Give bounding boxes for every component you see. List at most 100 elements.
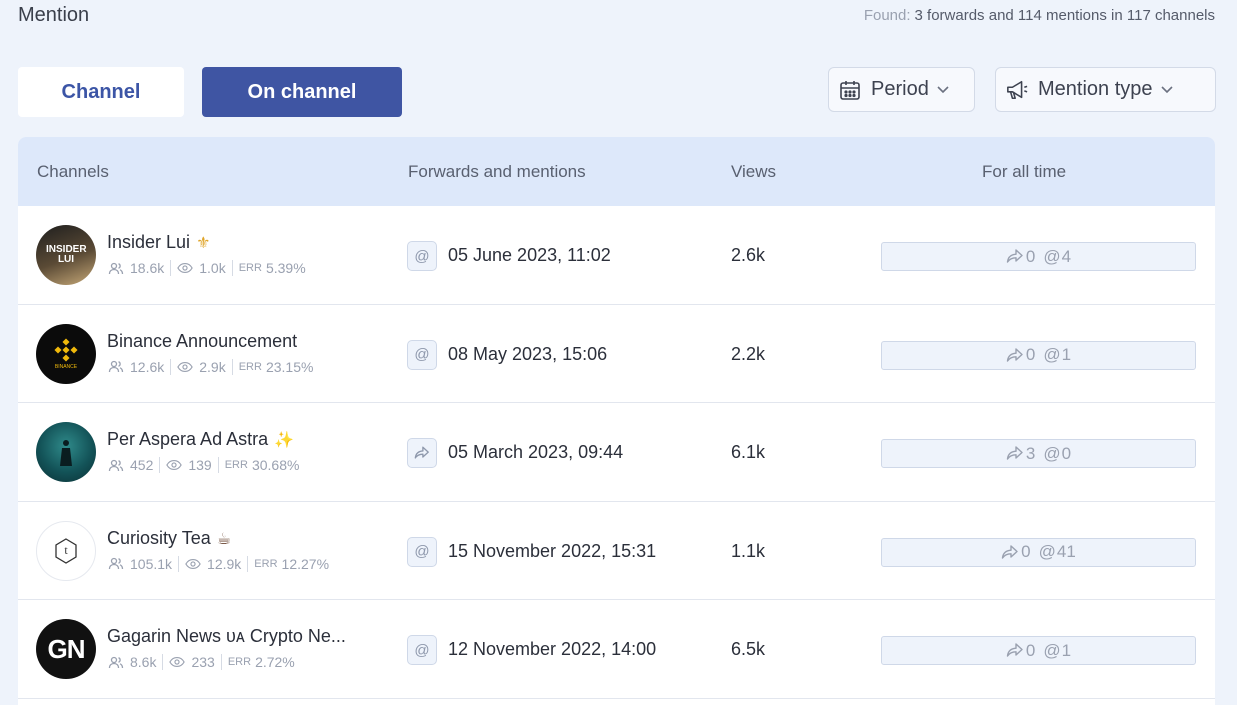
at-icon: @: [1038, 542, 1056, 562]
err-value: 30.68%: [251, 457, 300, 474]
avatar[interactable]: t: [36, 520, 96, 581]
channel-stats: 105.1k 12.9k ERR 12.27%: [108, 555, 329, 572]
mention-type-label: Mention type: [1038, 78, 1153, 100]
channel-stats: 18.6k 1.0k ERR 5.39%: [108, 260, 306, 276]
tab-channel[interactable]: Channel: [18, 67, 184, 117]
table-row[interactable]: GN Gagarin News ᴜᴀ Crypto Ne... 8.6k 233…: [18, 600, 1215, 699]
err-value: 23.15%: [265, 358, 314, 375]
avatar[interactable]: GN: [36, 619, 96, 680]
divider: [231, 260, 233, 276]
period-dropdown[interactable]: Period: [828, 67, 975, 112]
table-row[interactable]: BINANCE Binance Announcement 12.6k 2.9k …: [18, 305, 1215, 404]
eye-icon: [169, 655, 186, 669]
forwards-count: 0: [1021, 542, 1031, 562]
divider: [220, 654, 222, 671]
table-row[interactable]: Per Aspera Ad Astra ✨ 452 139 ERR 30.68% …: [18, 403, 1215, 502]
reach-count: 12.9k: [207, 555, 242, 572]
column-header-views[interactable]: Views: [731, 162, 776, 182]
subscribers-icon: [108, 360, 124, 374]
err-value: 5.39%: [265, 260, 306, 276]
divider: [231, 358, 233, 375]
column-header-channels[interactable]: Channels: [37, 162, 109, 182]
tab-on-channel[interactable]: On channel: [202, 67, 402, 117]
all-time-counts[interactable]: 0 @ 4: [881, 242, 1196, 271]
divider: [162, 654, 164, 671]
channel-name[interactable]: Binance Announcement: [107, 331, 297, 352]
reach-count: 233: [191, 654, 215, 671]
share-icon: [1006, 643, 1024, 659]
avatar-text: BINANCE: [54, 363, 78, 370]
avatar-text: INSIDER LUI: [46, 244, 87, 265]
divider: [178, 555, 180, 572]
calendar-icon: [839, 79, 861, 101]
table-row[interactable]: t Curiosity Tea ☕ 105.1k 12.9k ERR 12.27%…: [18, 502, 1215, 601]
subscribers-count: 452: [130, 457, 154, 474]
all-time-counts[interactable]: 0 @ 41: [881, 537, 1196, 567]
subscribers-icon: [108, 557, 124, 571]
forwards-count: 0: [1025, 246, 1036, 266]
avatar[interactable]: [36, 422, 96, 483]
views-count: 2.2k: [731, 343, 766, 364]
divider: [170, 260, 172, 276]
all-time-counts[interactable]: 0 @ 1: [881, 636, 1196, 666]
table-header: Channels Forwards and mentions Views For…: [18, 137, 1215, 206]
chevron-down-icon: [937, 83, 951, 97]
at-icon: @: [1043, 246, 1061, 266]
channel-name[interactable]: Insider Lui ⚜: [107, 232, 210, 253]
err-label: ERR: [227, 656, 252, 669]
err-label: ERR: [254, 557, 278, 570]
share-icon: [1006, 446, 1024, 462]
forwards-count: 0: [1025, 640, 1036, 660]
subscribers-count: 105.1k: [130, 555, 173, 572]
at-icon: @: [407, 536, 437, 567]
found-summary: Found: 3 forwards and 114 mentions in 117…: [864, 7, 1215, 24]
found-label: Found:: [863, 7, 911, 24]
channel-emoji: ✨: [274, 432, 295, 450]
reach-count: 139: [188, 457, 212, 474]
channel-emoji: ⚜: [196, 235, 211, 252]
share-icon: [1001, 544, 1019, 560]
share-icon: [407, 438, 437, 469]
divider: [159, 457, 161, 474]
mention-date: 05 March 2023, 09:44: [448, 442, 624, 463]
share-icon: [1006, 347, 1024, 363]
err-label: ERR: [238, 262, 262, 274]
channel-name[interactable]: Gagarin News ᴜᴀ Crypto Ne...: [107, 626, 346, 647]
mention-type-dropdown[interactable]: Mention type: [995, 67, 1216, 112]
mentions-count: 41: [1056, 542, 1076, 562]
subscribers-count: 12.6k: [130, 358, 165, 375]
column-header-all-time[interactable]: For all time: [982, 162, 1066, 182]
all-time-counts[interactable]: 3 @ 0: [881, 439, 1196, 469]
reach-count: 1.0k: [199, 260, 226, 276]
share-icon: [1006, 249, 1024, 265]
channel-name[interactable]: Per Aspera Ad Astra ✨: [107, 429, 294, 450]
avatar-text: t: [64, 542, 68, 557]
avatar[interactable]: BINANCE: [36, 323, 96, 384]
mentions-count: 4: [1061, 246, 1072, 266]
subscribers-icon: [108, 458, 124, 472]
subscribers-icon: [108, 655, 124, 669]
divider: [217, 457, 219, 474]
table-row[interactable]: INSIDER LUI Insider Lui ⚜ 18.6k 1.0k ERR …: [18, 206, 1215, 305]
all-time-counts[interactable]: 0 @ 1: [881, 340, 1196, 370]
err-label: ERR: [238, 360, 262, 373]
mention-date: 15 November 2022, 15:31: [448, 540, 657, 561]
channel-stats: 452 139 ERR 30.68%: [108, 457, 300, 474]
at-icon: @: [1043, 345, 1061, 365]
mentions-table: Channels Forwards and mentions Views For…: [18, 137, 1215, 705]
subscribers-count: 8.6k: [130, 654, 157, 671]
views-count: 2.6k: [731, 245, 766, 265]
eye-icon: [166, 458, 183, 472]
megaphone-icon: [1006, 79, 1028, 101]
eye-icon: [177, 360, 194, 374]
divider: [247, 555, 249, 572]
avatar-text: GN: [47, 633, 86, 664]
forwards-count: 3: [1025, 443, 1036, 463]
channel-name[interactable]: Curiosity Tea ☕: [107, 528, 231, 549]
column-header-forwards[interactable]: Forwards and mentions: [408, 162, 586, 182]
channel-name-text: Insider Lui: [107, 232, 191, 252]
page-title: Mention: [18, 4, 90, 26]
forwards-count: 0: [1025, 345, 1036, 365]
avatar[interactable]: INSIDER LUI: [36, 225, 96, 285]
views-count: 6.1k: [731, 442, 766, 463]
